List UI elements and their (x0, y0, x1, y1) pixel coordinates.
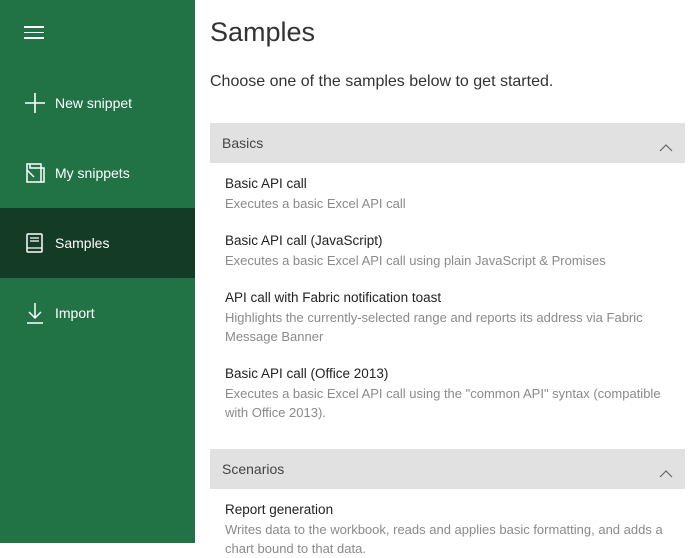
sample-title: Basic API call (JavaScript) (225, 233, 383, 248)
sample-item[interactable]: API call with Fabric notification toast … (225, 289, 675, 346)
sample-item[interactable]: Basic API call (Office 2013) Executes a … (225, 365, 675, 422)
sample-item[interactable]: Basic API call Executes a basic Excel AP… (225, 175, 675, 213)
page-title: Samples (210, 17, 316, 47)
sample-description: Executes a basic Excel API call using pl… (225, 253, 606, 268)
book-icon (24, 232, 46, 254)
sidebar-item-label: My snippets (55, 165, 130, 181)
sample-title: Report generation (225, 502, 334, 517)
sidebar-item-my-snippets[interactable]: My snippets (0, 138, 195, 208)
group-title: Scenarios (222, 461, 285, 477)
sidebar-item-label: New snippet (55, 95, 133, 111)
sample-title: API call with Fabric notification toast (225, 290, 442, 305)
hamburger-icon[interactable] (24, 26, 44, 40)
main-content: Samples Choose one of the samples below … (210, 0, 685, 556)
group-header-scenarios[interactable]: Scenarios (210, 449, 685, 489)
sidebar: New snippet My snippets Samples Import (0, 0, 195, 543)
sample-title: Basic API call (225, 176, 307, 191)
download-icon (24, 302, 46, 324)
sample-item[interactable]: Basic API call (JavaScript) Executes a b… (225, 232, 675, 270)
group-title: Basics (222, 135, 264, 151)
page-subtitle: Choose one of the samples below to get s… (210, 73, 554, 90)
sidebar-item-samples[interactable]: Samples (0, 208, 195, 278)
sidebar-item-label: Samples (55, 235, 110, 251)
sample-description: Executes a basic Excel API call using th… (225, 386, 661, 420)
sample-description: Executes a basic Excel API call (225, 196, 406, 211)
sample-title: Basic API call (Office 2013) (225, 366, 389, 381)
sample-description: Highlights the currently-selected range … (225, 310, 643, 344)
group-header-basics[interactable]: Basics (210, 123, 685, 163)
sample-description: Writes data to the workbook, reads and a… (225, 522, 663, 556)
snippets-icon (24, 162, 46, 184)
chevron-up-icon (659, 465, 673, 478)
sample-item[interactable]: Report generation Writes data to the wor… (225, 501, 675, 558)
sidebar-item-new-snippet[interactable]: New snippet (0, 68, 195, 138)
plus-icon (24, 92, 46, 114)
sidebar-item-import[interactable]: Import (0, 278, 195, 348)
chevron-up-icon (659, 139, 673, 152)
sidebar-item-label: Import (55, 305, 95, 321)
